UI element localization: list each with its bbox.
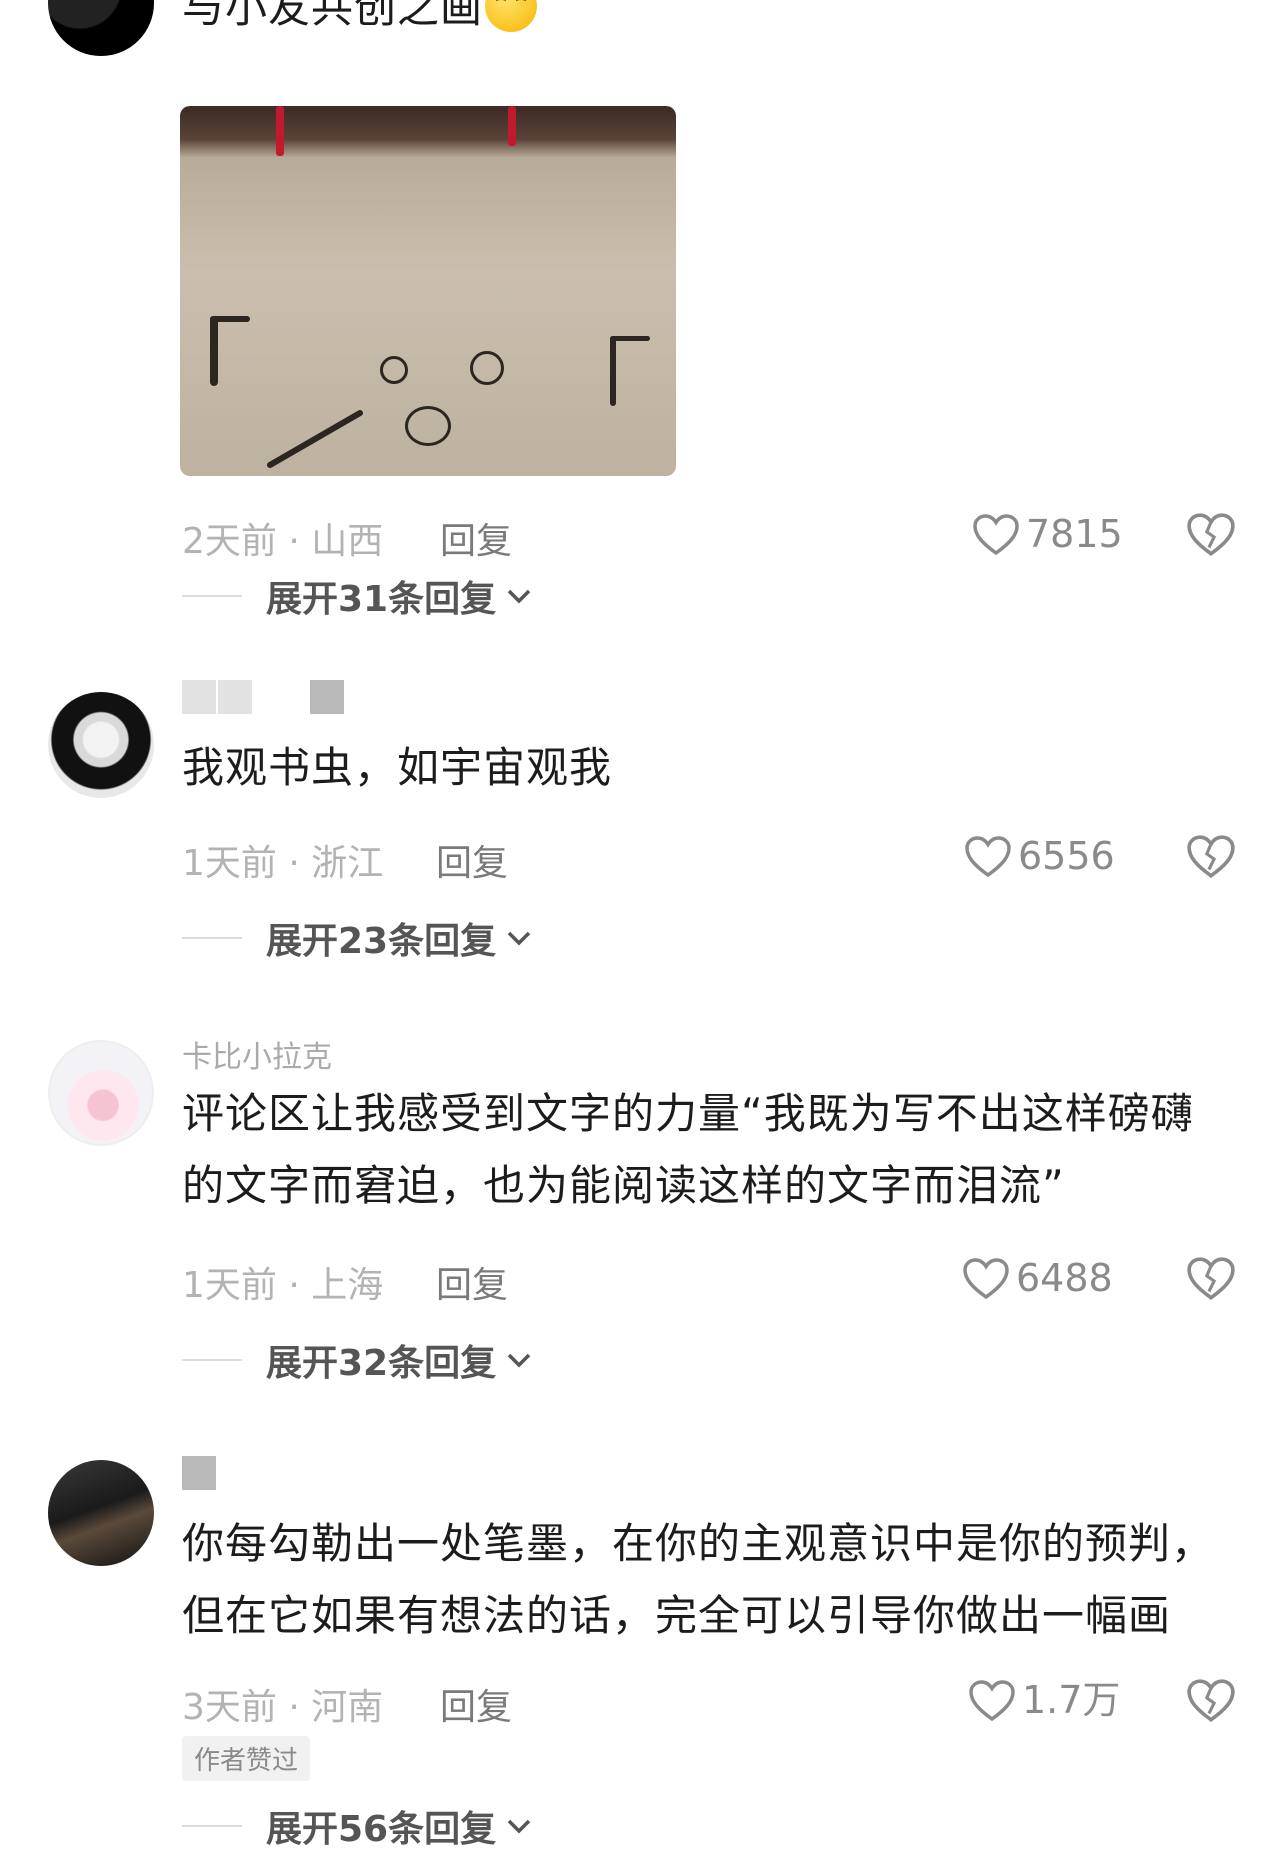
reply-button[interactable]: 回复 [440, 512, 512, 564]
heart-outline-icon [969, 1680, 1015, 1722]
like-button[interactable]: 7815 [972, 508, 1123, 560]
avatar[interactable] [48, 0, 154, 56]
hidden-username [310, 680, 344, 714]
comment-2: 我观书虫，如宇宙观我 1天前 · 浙江 回复 6556 展开23条回复 [0, 680, 1280, 980]
comment-image[interactable] [180, 106, 676, 476]
reply-button[interactable]: 回复 [440, 1678, 512, 1730]
like-button[interactable]: 6556 [964, 830, 1115, 882]
chevron-down-icon [507, 1819, 531, 1834]
like-button[interactable]: 6488 [962, 1252, 1113, 1304]
expand-replies-button[interactable]: 展开23条回复 [182, 912, 532, 964]
hidden-username [182, 680, 216, 714]
avatar[interactable] [48, 692, 154, 798]
broken-heart-icon[interactable] [1186, 510, 1236, 560]
like-button[interactable]: 1.7万 [968, 1674, 1120, 1726]
username[interactable]: 卡比小拉克 [182, 1032, 332, 1076]
reply-button[interactable]: 回复 [436, 1256, 508, 1308]
comment-1: 与小友共创之画 2天前 · 山西 回复 7815 展开31条回复 [0, 0, 1280, 620]
broken-heart-icon[interactable] [1186, 1254, 1236, 1304]
comment-meta: 1天前 · 浙江 [182, 843, 384, 884]
expand-replies-button[interactable]: 展开56条回复 [182, 1800, 532, 1852]
comment-4: 你每勾勒出一处笔墨，在你的主观意识中是你的预判，但在它如果有想法的话，完全可以引… [0, 1452, 1280, 1856]
divider [182, 595, 242, 597]
author-liked-badge: 作者赞过 [182, 1736, 311, 1781]
hidden-username [182, 1456, 216, 1490]
comment-text: 评论区让我感受到文字的力量“我既为写不出这样磅礴的文字而窘迫，也为能阅读这样的文… [182, 1089, 1194, 1210]
heart-outline-icon [963, 1258, 1009, 1300]
smiling-emoji-icon [485, 0, 538, 32]
heart-outline-icon [965, 836, 1011, 878]
divider [182, 1825, 242, 1827]
chevron-down-icon [507, 931, 531, 946]
expand-replies-button[interactable]: 展开32条回复 [182, 1334, 532, 1386]
comment-meta: 2天前 · 山西 [182, 521, 384, 562]
divider [182, 1359, 242, 1361]
heart-outline-icon [973, 514, 1019, 556]
comment-text: 我观书虫，如宇宙观我 [182, 743, 613, 792]
comment-3: 卡比小拉克 评论区让我感受到文字的力量“我既为写不出这样磅礴的文字而窘迫，也为能… [0, 1030, 1280, 1410]
divider [182, 937, 242, 939]
hidden-username [218, 680, 252, 714]
comment-meta: 3天前 · 河南 [182, 1687, 384, 1728]
broken-heart-icon[interactable] [1186, 1676, 1236, 1726]
avatar[interactable] [48, 1040, 154, 1146]
comment-text: 与小友共创之画 [182, 0, 1232, 44]
broken-heart-icon[interactable] [1186, 832, 1236, 882]
chevron-down-icon [507, 1353, 531, 1368]
comment-meta: 1天前 · 上海 [182, 1265, 384, 1306]
comment-text: 你每勾勒出一处笔墨，在你的主观意识中是你的预判，但在它如果有想法的话，完全可以引… [182, 1519, 1215, 1640]
chevron-down-icon [507, 589, 531, 604]
expand-replies-button[interactable]: 展开31条回复 [182, 570, 532, 622]
avatar[interactable] [48, 1460, 154, 1566]
reply-button[interactable]: 回复 [436, 834, 508, 886]
